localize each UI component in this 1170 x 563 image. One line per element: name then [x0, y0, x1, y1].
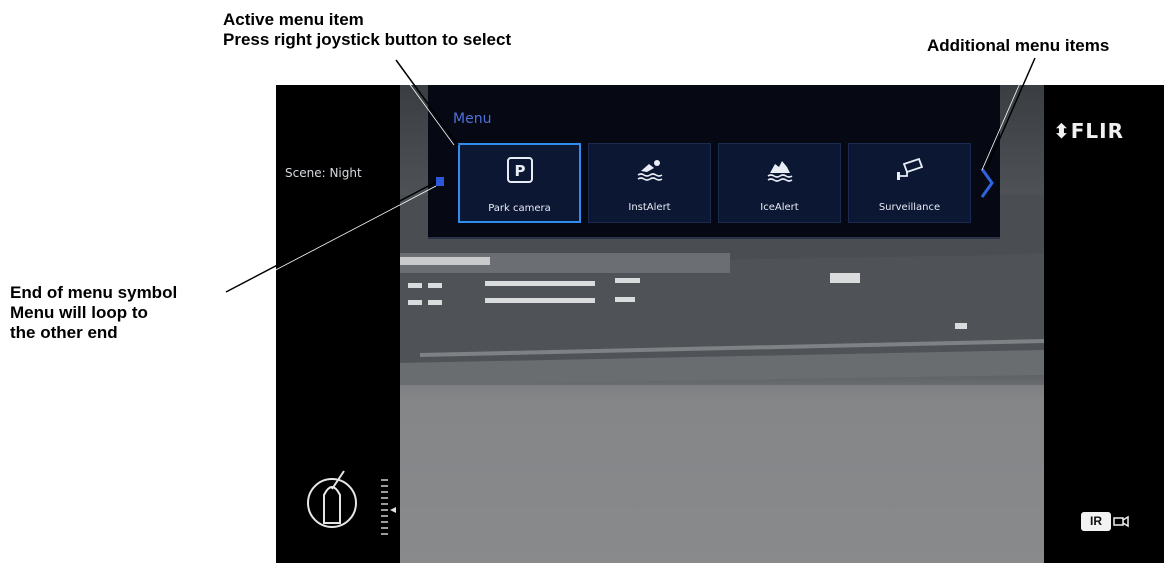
- callout-leader-lines: [225, 57, 1036, 297]
